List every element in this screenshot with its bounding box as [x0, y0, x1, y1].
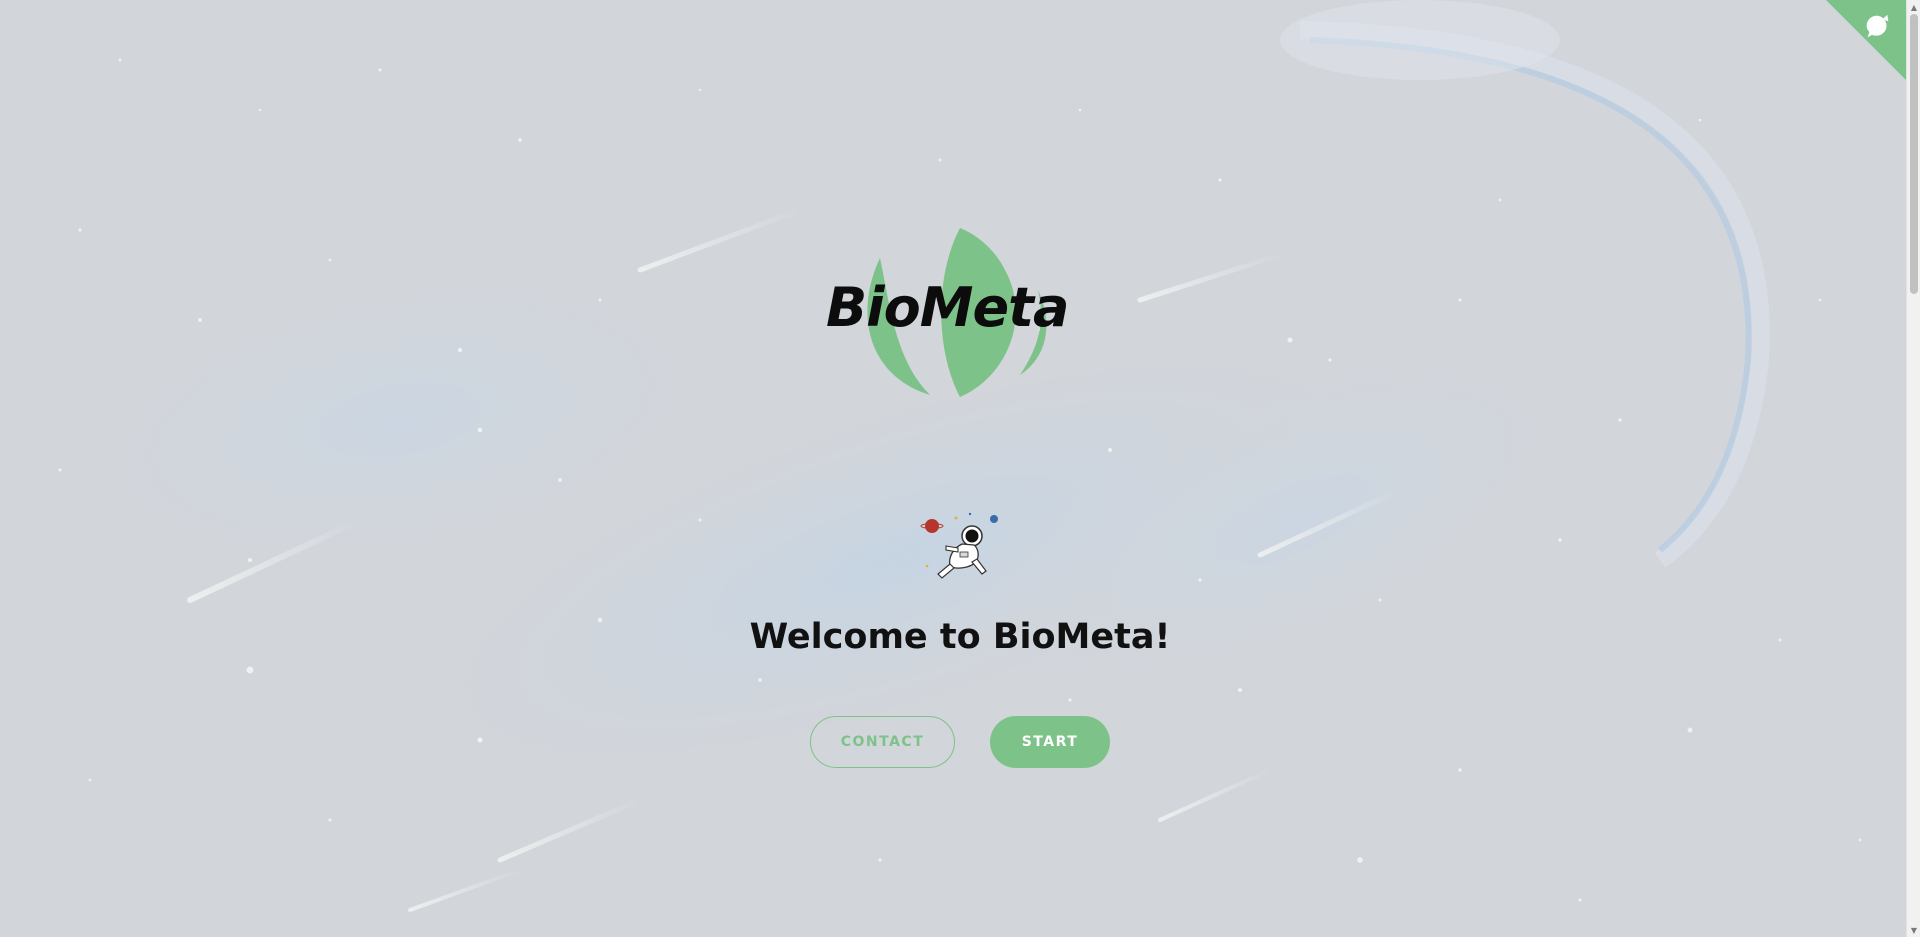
landing-page: BioMeta Welcome to BioMeta! CONTACT STAR… — [0, 0, 1920, 937]
scrollbar-thumb[interactable] — [1910, 14, 1918, 294]
github-corner-link[interactable] — [1826, 0, 1906, 80]
page-scrollbar[interactable]: ▲ ▼ — [1906, 0, 1920, 937]
scroll-down-arrow-icon[interactable]: ▼ — [1907, 923, 1920, 937]
astronaut-illustration-icon — [920, 512, 998, 579]
contact-button[interactable]: CONTACT — [810, 716, 955, 768]
logo-wordmark: BioMeta — [826, 276, 1069, 339]
brand-logo[interactable]: BioMeta — [820, 225, 1100, 400]
space-background — [0, 0, 1920, 937]
start-button[interactable]: START — [990, 716, 1110, 768]
scroll-up-arrow-icon[interactable]: ▲ — [1907, 0, 1920, 14]
welcome-heading: Welcome to BioMeta! — [749, 617, 1171, 657]
